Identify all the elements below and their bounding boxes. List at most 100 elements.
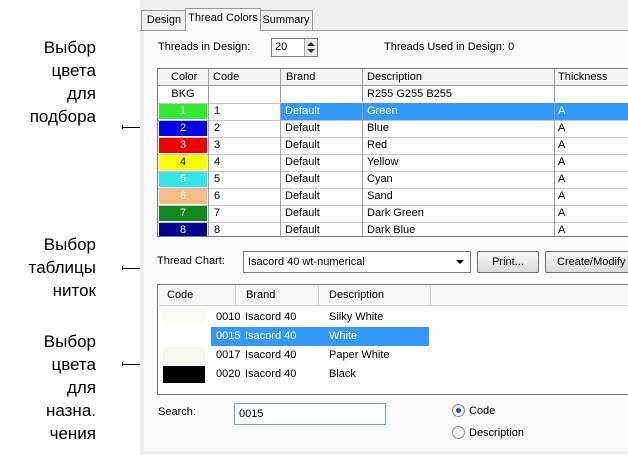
callout-line: чения <box>49 424 96 443</box>
color-swatch <box>163 347 205 364</box>
callout-line: таблицы <box>28 258 96 277</box>
cell-description: White <box>329 330 358 342</box>
cell-thickness: A <box>558 122 566 134</box>
tab-design[interactable]: Design <box>141 10 187 30</box>
cell-brand: Default <box>285 139 320 151</box>
grid-header-code[interactable]: Code <box>213 70 239 84</box>
cell-code: 0020 <box>216 368 241 380</box>
cell-thickness: A <box>558 207 566 219</box>
cell-brand: Isacord 40 <box>245 368 297 380</box>
list-item[interactable]: 0020 Isacord 40 Black <box>158 365 628 384</box>
cell-code: 2 <box>214 122 221 134</box>
table-row[interactable]: 4 4 Default Yellow A <box>158 154 628 172</box>
cell-code: 4 <box>214 156 221 168</box>
thread-chart-label: Thread Chart: <box>157 255 225 267</box>
cell-code: 6 <box>214 190 221 202</box>
radio-description[interactable] <box>452 426 465 439</box>
color-swatch[interactable]: 6 <box>159 189 207 204</box>
cell-description: Dark Blue <box>367 224 416 236</box>
create-modify-button[interactable]: Create/Modify <box>545 251 628 273</box>
cell-description: Blue <box>367 122 390 134</box>
color-swatch[interactable]: BKG <box>159 87 207 102</box>
row-selection-highlight <box>281 103 628 120</box>
callout-leader-tick <box>122 362 123 366</box>
chevron-down-icon[interactable] <box>307 49 315 53</box>
callout-line: Выбор <box>43 38 96 57</box>
callout-line: назна. <box>45 401 96 420</box>
callout-line: для <box>66 378 96 397</box>
grid-header-description[interactable]: Description <box>367 70 422 84</box>
color-swatch[interactable]: 8 <box>159 223 207 236</box>
print-button[interactable]: Print... <box>477 251 539 273</box>
grid-header-color[interactable]: Color <box>171 70 197 84</box>
thread-chart-select[interactable]: Isacord 40 wt-numerical <box>243 251 471 273</box>
thread-chart-list[interactable]: Code Brand Description 0010 Isacord 40 Sil… <box>157 284 628 395</box>
cell-description: Red <box>367 139 388 151</box>
grid-column-divider <box>280 69 281 236</box>
color-swatch[interactable]: 3 <box>159 138 207 153</box>
callout-thread-chart: Выбор таблицы ниток <box>0 233 96 302</box>
callout-line: цвета <box>51 355 96 374</box>
list-header-brand[interactable]: Brand <box>246 289 275 302</box>
color-swatch[interactable]: 7 <box>159 206 207 221</box>
list-column-divider <box>430 285 431 305</box>
grid-header-thickness[interactable]: Thickness <box>558 70 608 84</box>
thread-colors-grid[interactable]: Color Code Brand Description Thickness B… <box>157 68 628 237</box>
cell-thickness: A <box>558 156 566 168</box>
threads-in-design-stepper[interactable]: 20 <box>271 38 318 57</box>
cell-brand: Default <box>285 173 320 185</box>
table-row[interactable]: 5 5 Default Cyan A <box>158 171 628 189</box>
cell-description: Black <box>329 368 356 380</box>
table-row[interactable]: 2 2 Default Blue A <box>158 120 628 138</box>
color-swatch[interactable]: 4 <box>159 155 207 170</box>
grid-column-divider <box>362 69 363 236</box>
color-swatch <box>163 328 205 345</box>
list-item[interactable]: 0017 Isacord 40 Paper White <box>158 346 628 365</box>
table-row[interactable]: 6 6 Default Sand A <box>158 188 628 206</box>
grid-column-divider <box>208 69 209 236</box>
grid-header-brand[interactable]: Brand <box>286 70 315 84</box>
table-row[interactable]: 1 1 Default Green A <box>158 103 628 121</box>
callout-line: ниток <box>52 281 96 300</box>
list-item[interactable]: 0010 Isacord 40 Silky White <box>158 308 628 327</box>
table-row[interactable]: 3 3 Default Red A <box>158 137 628 155</box>
callout-leader-tick <box>122 266 123 270</box>
color-swatch[interactable]: 5 <box>159 172 207 187</box>
cell-thickness: A <box>558 105 566 117</box>
list-header: Code Brand Description <box>158 285 628 306</box>
cell-description: Yellow <box>367 156 399 168</box>
cell-thickness: A <box>558 224 566 236</box>
radio-dot <box>456 408 461 413</box>
color-swatch[interactable]: 2 <box>159 121 207 136</box>
cell-code: 0015 <box>216 330 241 342</box>
cell-brand: Default <box>285 156 320 168</box>
table-row[interactable]: BKG R255 G255 B255 <box>158 86 628 104</box>
cell-thickness: A <box>558 139 566 151</box>
cell-description: Green <box>367 105 398 117</box>
radio-code[interactable] <box>452 404 465 417</box>
color-swatch <box>163 309 205 326</box>
cell-code: 3 <box>214 139 221 151</box>
list-header-code[interactable]: Code <box>167 289 193 302</box>
callout-color-to-match: Выбор цвета для подбора <box>0 36 96 128</box>
search-value: 0015 <box>239 408 264 420</box>
cell-brand: Default <box>285 105 320 117</box>
list-item[interactable]: 0015 Isacord 40 White <box>158 327 628 346</box>
chevron-down-icon[interactable] <box>456 260 464 264</box>
stepper-buttons[interactable] <box>304 39 317 56</box>
table-row[interactable]: 7 7 Default Dark Green A <box>158 205 628 223</box>
tab-thread-colors[interactable]: Thread Colors <box>185 8 261 31</box>
tab-summary[interactable]: Summary <box>259 10 313 30</box>
search-input[interactable]: 0015 <box>234 403 386 425</box>
list-header-description[interactable]: Description <box>329 289 384 302</box>
callout-line: Выбор <box>43 332 96 351</box>
color-swatch[interactable]: 1 <box>159 104 207 119</box>
chevron-up-icon[interactable] <box>307 42 315 46</box>
list-column-divider <box>235 285 236 305</box>
table-row[interactable]: 8 8 Default Dark Blue A <box>158 222 628 236</box>
cell-code: 8 <box>214 224 221 236</box>
callout-line: Выбор <box>43 235 96 254</box>
search-label: Search: <box>158 406 196 418</box>
radio-code-label[interactable]: Code <box>469 404 495 418</box>
radio-description-label[interactable]: Description <box>469 426 524 440</box>
